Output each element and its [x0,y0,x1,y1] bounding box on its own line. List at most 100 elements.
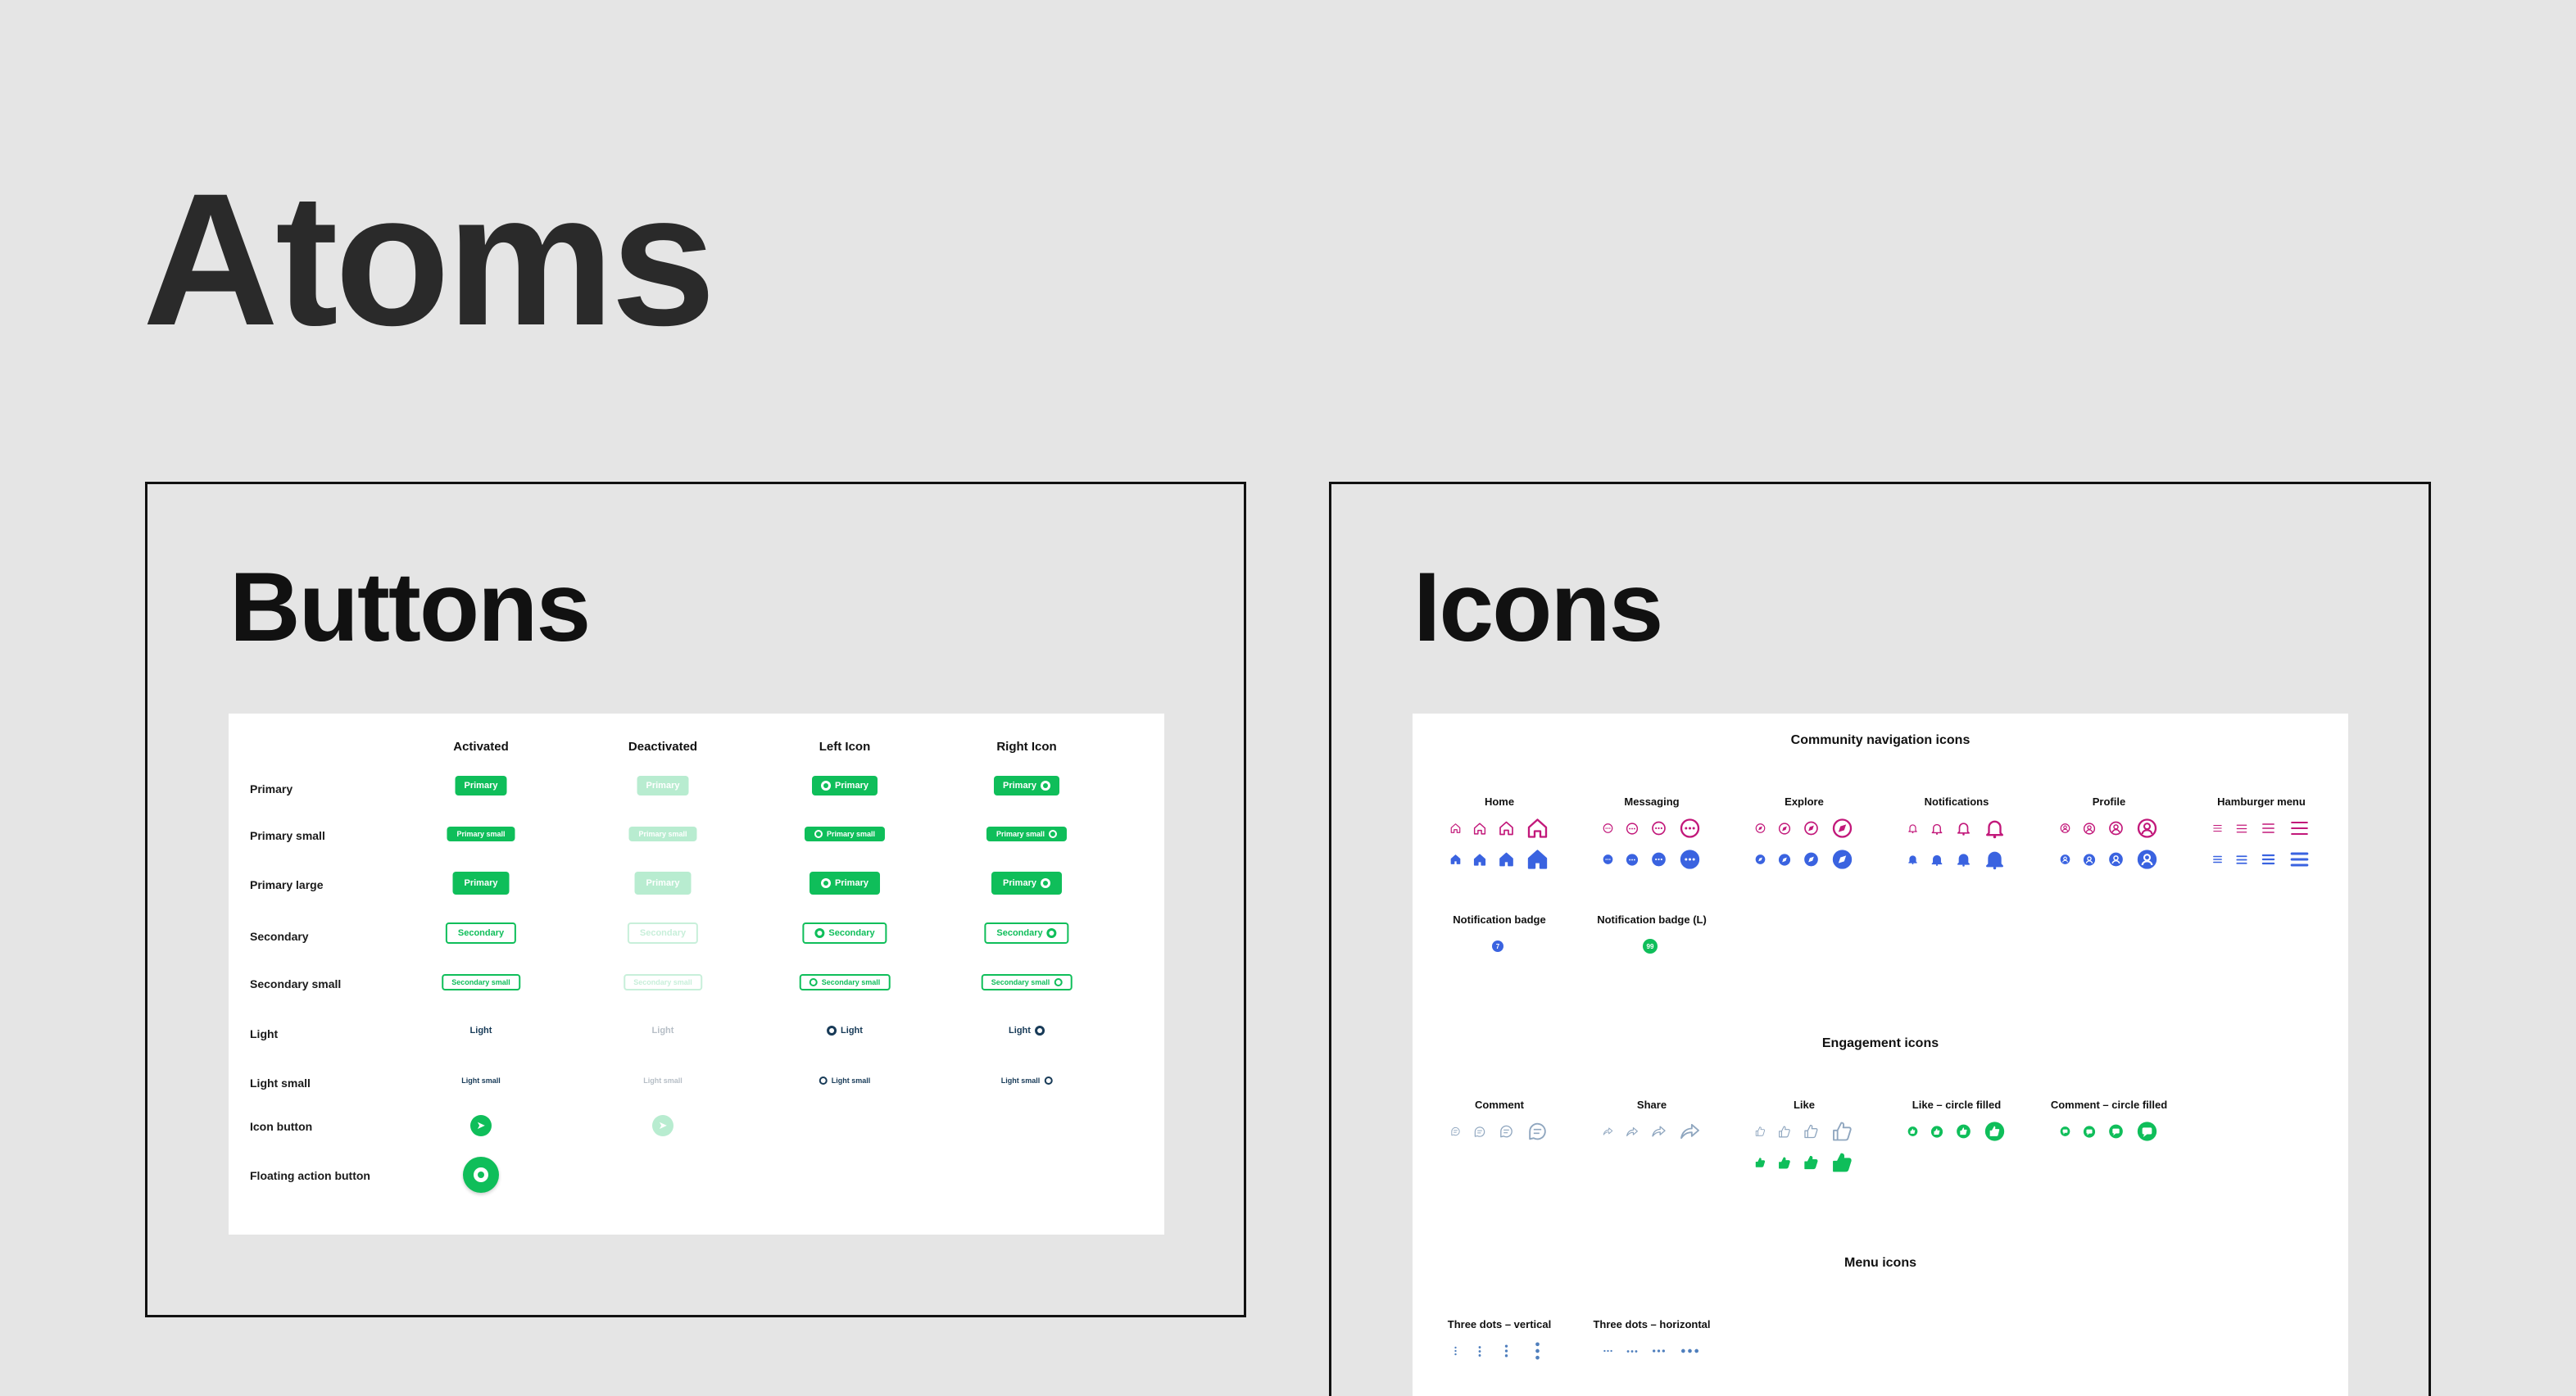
thumbs-up-circle-icon [1957,1124,1971,1139]
light-small-button-label: Light small [1000,1076,1041,1085]
hamburger-menu-filled-icon [2213,855,2222,863]
secondary-small-button[interactable]: Secondary small [442,974,520,990]
light-button-label: Light [651,1026,674,1036]
chat-icon [827,1026,837,1036]
messaging-filled-icon-row [1603,848,1702,871]
light-small-button-right-icon[interactable]: Light small [1001,1076,1053,1085]
primary-button-right-icon[interactable]: Primary [994,776,1059,795]
hamburger-menu-filled-icon-row [2212,848,2311,871]
chat-icon [819,1076,828,1085]
three-dots-horizontal-icon [1626,1349,1638,1353]
primary-large-button-right-icon[interactable]: Primary [991,872,1062,895]
section-title-community: Community navigation icons [1790,733,1971,747]
home-filled-icon [1450,854,1461,864]
three-dots-vertical-icon [1478,1345,1481,1357]
primary-button[interactable]: Primary [455,776,507,795]
chat-icon [1044,1076,1053,1085]
bell-icon [1957,823,1970,836]
icons-frame: Icons Community navigation icons Home Me… [1329,482,2431,1396]
light-button-right-icon[interactable]: Light [1009,1026,1045,1036]
light-button-left-icon[interactable]: Light [827,1026,863,1036]
light-small-button[interactable]: Light small [461,1076,501,1085]
row-label-light: Light [250,1027,279,1040]
chat-icon [1040,878,1050,888]
thumbs-up-filled-icon [1755,1158,1766,1167]
chat-icon [814,830,823,838]
primary-small-button-label: Primary small [826,830,876,838]
thumbs-up-icon [1804,1124,1818,1139]
bell-icon [1908,824,1917,834]
secondary-small-button-left-icon[interactable]: Secondary small [799,974,891,990]
primary-large-button-label: Primary [464,878,498,888]
primary-small-button-left-icon[interactable]: Primary small [804,827,886,841]
group-comment-circle-filled: Comment – circle filled [2050,1099,2168,1111]
row-label-light-small: Light small [250,1076,311,1090]
three-dots-vertical-icon-row [1450,1339,1549,1362]
send-icon-button[interactable]: ➤ [470,1115,492,1136]
profile-icon [2083,822,2096,835]
profile-icon [2109,821,2123,836]
chat-icon [1046,928,1057,938]
group-three-dots-horizontal: Three dots – horizontal [1593,1318,1711,1330]
primary-small-button[interactable]: Primary small [447,827,515,841]
bell-filled-icon [1908,855,1917,865]
primary-button-disabled: Primary [637,776,689,795]
light-small-button-disabled: Light small [643,1076,683,1085]
explore-filled-icon-row [1755,848,1854,871]
light-small-button-label: Light small [643,1076,683,1085]
secondary-button-label: Secondary [996,928,1043,938]
primary-button-left-icon[interactable]: Primary [812,776,878,795]
hamburger-menu-filled-icon [2290,852,2309,867]
chat-icon [1040,781,1050,791]
secondary-button-right-icon[interactable]: Secondary [984,922,1069,944]
three-dots-horizontal-icon-row [1603,1339,1702,1362]
primary-large-button[interactable]: Primary [452,872,510,895]
group-profile: Profile [2092,795,2126,808]
light-small-button-label: Light small [461,1076,501,1085]
hamburger-menu-icon [2291,821,2308,836]
three-dots-horizontal-icon [1681,1348,1698,1353]
light-small-button-left-icon[interactable]: Light small [819,1076,870,1085]
light-button[interactable]: Light [470,1026,492,1036]
home-icon [1473,822,1486,835]
chat-icon [1034,1026,1045,1036]
chat-icon [809,978,818,986]
light-button-label: Light [841,1026,863,1036]
bell-icon [1931,823,1943,835]
thumbs-up-filled-icon [1779,1157,1790,1168]
comment-icon [1474,1126,1485,1137]
floating-action-button[interactable] [463,1157,499,1193]
share-icon [1680,1123,1699,1140]
profile-icon [2060,823,2070,833]
secondary-small-button-right-icon[interactable]: Secondary small [981,974,1073,990]
home-filled-icon [1473,853,1486,866]
bell-icon-row [1907,817,2007,840]
home-icon-row [1450,817,1549,840]
group-home: Home [1484,795,1515,808]
messaging-filled-icon [1680,850,1700,869]
hamburger-menu-icon [2262,823,2274,833]
group-messaging: Messaging [1624,795,1680,808]
explore-filled-icon [1778,853,1791,866]
comment-icon [1451,1126,1460,1136]
messaging-filled-icon [1652,852,1666,867]
secondary-button[interactable]: Secondary [445,922,517,944]
thumbs-up-circle-icon [1984,1122,2005,1141]
comment-circle-icon [2137,1122,2157,1141]
primary-small-button-right-icon[interactable]: Primary small [986,827,1068,841]
primary-small-button-label: Primary small [995,830,1045,838]
group-three-dots-vertical: Three dots – vertical [1447,1318,1552,1330]
notification-badge-large: 99 [1643,939,1658,954]
row-label-secondary: Secondary [250,930,309,943]
comment-circle-icon [2083,1125,2096,1138]
messaging-icon-row [1603,817,1702,840]
primary-large-button-label: Primary [646,878,680,888]
column-header-left-icon: Left Icon [819,740,871,754]
secondary-button-label: Secondary [457,928,505,938]
messaging-icon [1626,822,1639,835]
primary-large-button-left-icon[interactable]: Primary [810,872,880,895]
secondary-button-left-icon[interactable]: Secondary [802,922,887,944]
explore-filled-icon [1804,852,1818,867]
chat-icon [1049,830,1058,838]
profile-filled-icon-row [2060,848,2159,871]
